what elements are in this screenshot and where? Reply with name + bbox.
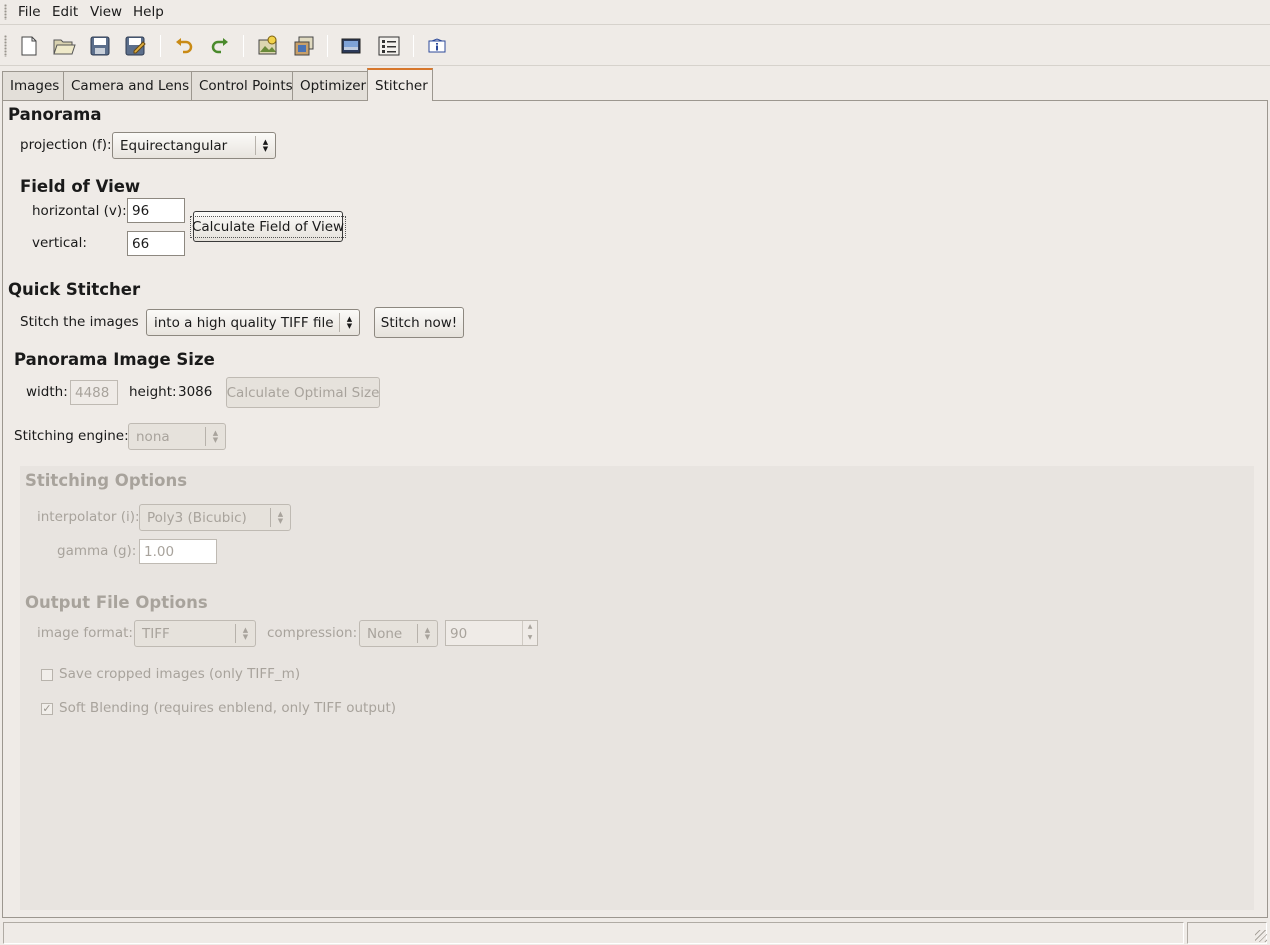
projection-value: Equirectangular [120, 138, 228, 154]
compression-select[interactable]: None ▲ ▼ [359, 620, 438, 647]
menu-help[interactable]: Help [133, 4, 164, 20]
spin-arrows-icon[interactable]: ▲ ▼ [522, 621, 537, 645]
menu-file[interactable]: File [18, 4, 41, 20]
projection-label: projection (f): [20, 137, 112, 153]
stitch-output-select[interactable]: into a high quality TIFF file ▲ ▼ [146, 309, 360, 336]
toolbar-grip[interactable] [4, 35, 7, 57]
vertical-fov-input[interactable]: 66 [127, 231, 185, 256]
quick-stitcher-heading: Quick Stitcher [8, 280, 141, 299]
horizontal-fov-input[interactable]: 96 [127, 198, 185, 223]
output-options-heading: Output File Options [25, 593, 208, 612]
calculate-optimal-size-button[interactable]: Calculate Optimal Size [226, 377, 380, 408]
compression-value: None [367, 626, 403, 642]
options-box [20, 466, 1254, 910]
stitching-engine-value: nona [136, 429, 170, 445]
tab-control-points[interactable]: Control Points [191, 71, 293, 100]
gamma-input[interactable]: 1.00 [139, 539, 217, 564]
resize-grip-icon[interactable] [1255, 930, 1267, 942]
calculate-fov-label: Calculate Field of View [189, 215, 347, 238]
new-file-icon[interactable] [15, 32, 43, 60]
interpolator-value: Poly3 (Bicubic) [147, 510, 247, 526]
horizontal-fov-label: horizontal (v): [32, 203, 127, 219]
tab-images[interactable]: Images [2, 71, 64, 100]
width-label: width: [26, 384, 68, 400]
compression-label: compression: [267, 625, 358, 641]
undo-icon[interactable] [170, 32, 198, 60]
add-image-icon[interactable] [254, 32, 282, 60]
add-series-icon[interactable] [290, 32, 318, 60]
panorama-heading: Panorama [8, 105, 102, 124]
spin-arrows-icon: ▲ ▼ [205, 427, 225, 446]
spin-arrows-icon: ▲ ▼ [270, 508, 290, 527]
interpolator-select[interactable]: Poly3 (Bicubic) ▲ ▼ [139, 504, 291, 531]
image-format-select[interactable]: TIFF ▲ ▼ [134, 620, 256, 647]
spin-arrows-icon: ▲ ▼ [255, 136, 275, 155]
projection-select[interactable]: Equirectangular ▲ ▼ [112, 132, 276, 159]
status-field-main [3, 922, 1184, 944]
width-input[interactable]: 4488 [70, 380, 118, 405]
save-icon[interactable] [86, 32, 114, 60]
quality-spinner[interactable]: 90 ▲ ▼ [445, 620, 538, 646]
height-label: height: [129, 384, 177, 400]
menu-edit[interactable]: Edit [52, 4, 78, 20]
status-bar [0, 920, 1270, 945]
stitch-output-value: into a high quality TIFF file [154, 315, 334, 331]
redo-icon[interactable] [206, 32, 234, 60]
soft-blending-checkbox[interactable]: ✓ [41, 703, 53, 715]
soft-blending-label: Soft Blending (requires enblend, only TI… [59, 700, 397, 716]
image-size-heading: Panorama Image Size [14, 350, 215, 369]
image-format-label: image format: [37, 625, 133, 641]
spin-arrows-icon: ▲ ▼ [235, 624, 255, 643]
menu-grip[interactable] [4, 4, 7, 20]
open-folder-icon[interactable] [50, 32, 78, 60]
menu-view[interactable]: View [90, 4, 122, 20]
tab-camera-and-lens[interactable]: Camera and Lens [63, 71, 192, 100]
height-value: 3086 [178, 384, 213, 400]
save-cropped-checkbox[interactable] [41, 669, 53, 681]
preview-icon[interactable] [337, 32, 365, 60]
interpolator-label: interpolator (i): [37, 509, 140, 525]
stitching-engine-select[interactable]: nona ▲ ▼ [128, 423, 226, 450]
gamma-label: gamma (g): [57, 543, 137, 559]
image-format-value: TIFF [142, 626, 170, 642]
stitching-engine-label: Stitching engine: [14, 428, 129, 444]
save-as-icon[interactable] [121, 32, 149, 60]
toolbar [0, 26, 1270, 66]
stitch-now-button[interactable]: Stitch now! [374, 307, 464, 338]
fov-heading: Field of View [20, 177, 141, 196]
tab-stitcher[interactable]: Stitcher [367, 68, 433, 101]
tab-optimizer[interactable]: Optimizer [292, 71, 368, 100]
save-cropped-label: Save cropped images (only TIFF_m) [59, 666, 301, 682]
spin-arrows-icon: ▲ ▼ [417, 624, 437, 643]
menu-bar: File Edit View Help [0, 0, 1270, 25]
quality-value: 90 [450, 626, 468, 642]
stitch-images-label: Stitch the images [20, 314, 139, 330]
spin-arrows-icon: ▲ ▼ [339, 313, 359, 332]
calculate-fov-button[interactable]: Calculate Field of View [189, 211, 347, 242]
vertical-fov-label: vertical: [32, 235, 87, 251]
about-icon[interactable] [423, 32, 451, 60]
panorama-settings-icon[interactable] [375, 32, 403, 60]
stitching-options-heading: Stitching Options [25, 471, 188, 490]
